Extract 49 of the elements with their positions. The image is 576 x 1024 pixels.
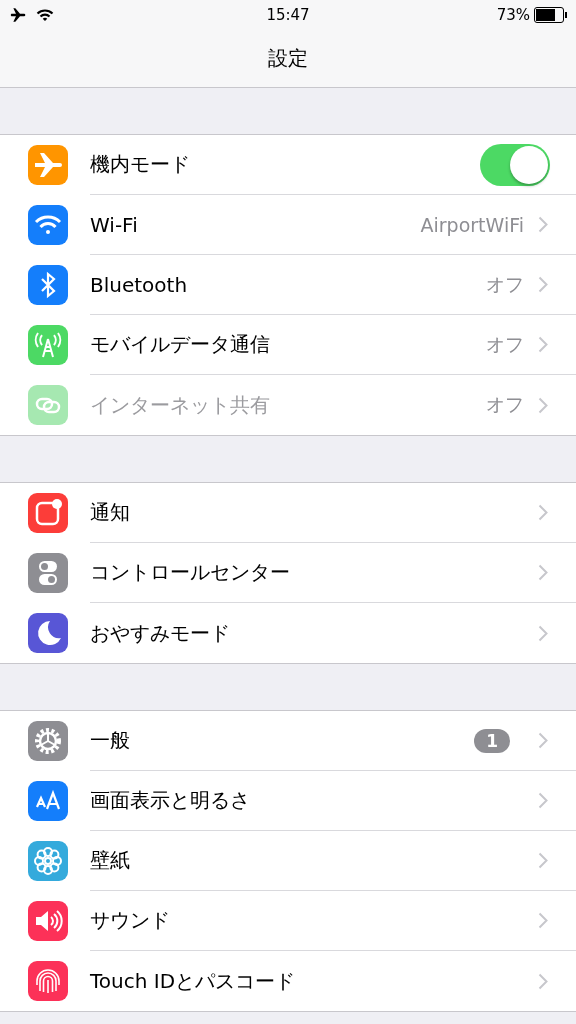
chevron-icon: [538, 792, 548, 809]
airplane-mode-icon: [8, 7, 28, 23]
row-value: オフ: [486, 271, 524, 297]
settings-row[interactable]: 画面表示と明るさ: [0, 771, 576, 831]
row-label: Wi-Fi: [90, 212, 139, 237]
chevron-icon: [538, 336, 548, 353]
chevron-icon: [538, 852, 548, 869]
settings-row[interactable]: 一般 1: [0, 711, 576, 771]
row-label: インターネット共有: [90, 391, 271, 419]
settings-row[interactable]: 壁紙: [0, 831, 576, 891]
row-label: 画面表示と明るさ: [90, 787, 251, 814]
row-label: 壁紙: [90, 847, 131, 874]
settings-row[interactable]: モバイルデータ通信 オフ: [0, 315, 576, 375]
toggle-switch[interactable]: [480, 143, 550, 186]
chevron-icon: [538, 624, 548, 642]
row-label: 機内モード: [90, 151, 191, 178]
chevron-icon: [538, 276, 548, 293]
row-value: AirportWiFi: [420, 213, 524, 236]
wifi-signal-icon: [36, 8, 54, 22]
chevron-icon: [538, 564, 548, 581]
battery-icon: [534, 7, 568, 23]
count-badge: 1: [474, 728, 510, 753]
row-label: 通知: [90, 499, 131, 526]
chevron-icon: [538, 504, 548, 521]
settings-row[interactable]: サウンド: [0, 891, 576, 951]
chevron-icon: [538, 972, 548, 990]
settings-row[interactable]: コントロールセンター: [0, 543, 576, 603]
row-label: モバイルデータ通信: [90, 331, 271, 358]
settings-row[interactable]: おやすみモード: [0, 603, 576, 663]
chevron-icon: [538, 732, 548, 749]
settings-row[interactable]: Wi-Fi AirportWiFi: [0, 195, 576, 255]
row-label: おやすみモード: [90, 619, 231, 647]
row-value: オフ: [486, 331, 524, 357]
row-label: Touch IDとパスコード: [90, 967, 297, 995]
settings-row[interactable]: Bluetooth オフ: [0, 255, 576, 315]
chevron-icon: [538, 912, 548, 929]
row-label: サウンド: [90, 907, 171, 934]
chevron-icon: [538, 216, 548, 233]
row-label: コントロールセンター: [90, 559, 291, 586]
settings-row[interactable]: 通知: [0, 483, 576, 543]
status-time: 15:47: [266, 6, 310, 24]
settings-row[interactable]: 機内モード: [0, 135, 576, 195]
row-value: オフ: [486, 392, 524, 417]
battery-percent: 73%: [496, 6, 530, 24]
chevron-icon: [538, 396, 548, 414]
settings-row[interactable]: Touch IDとパスコード: [0, 951, 576, 1011]
row-label: 一般: [90, 727, 131, 754]
navigation-title: 設定: [267, 45, 309, 72]
row-label: Bluetooth: [90, 272, 189, 297]
